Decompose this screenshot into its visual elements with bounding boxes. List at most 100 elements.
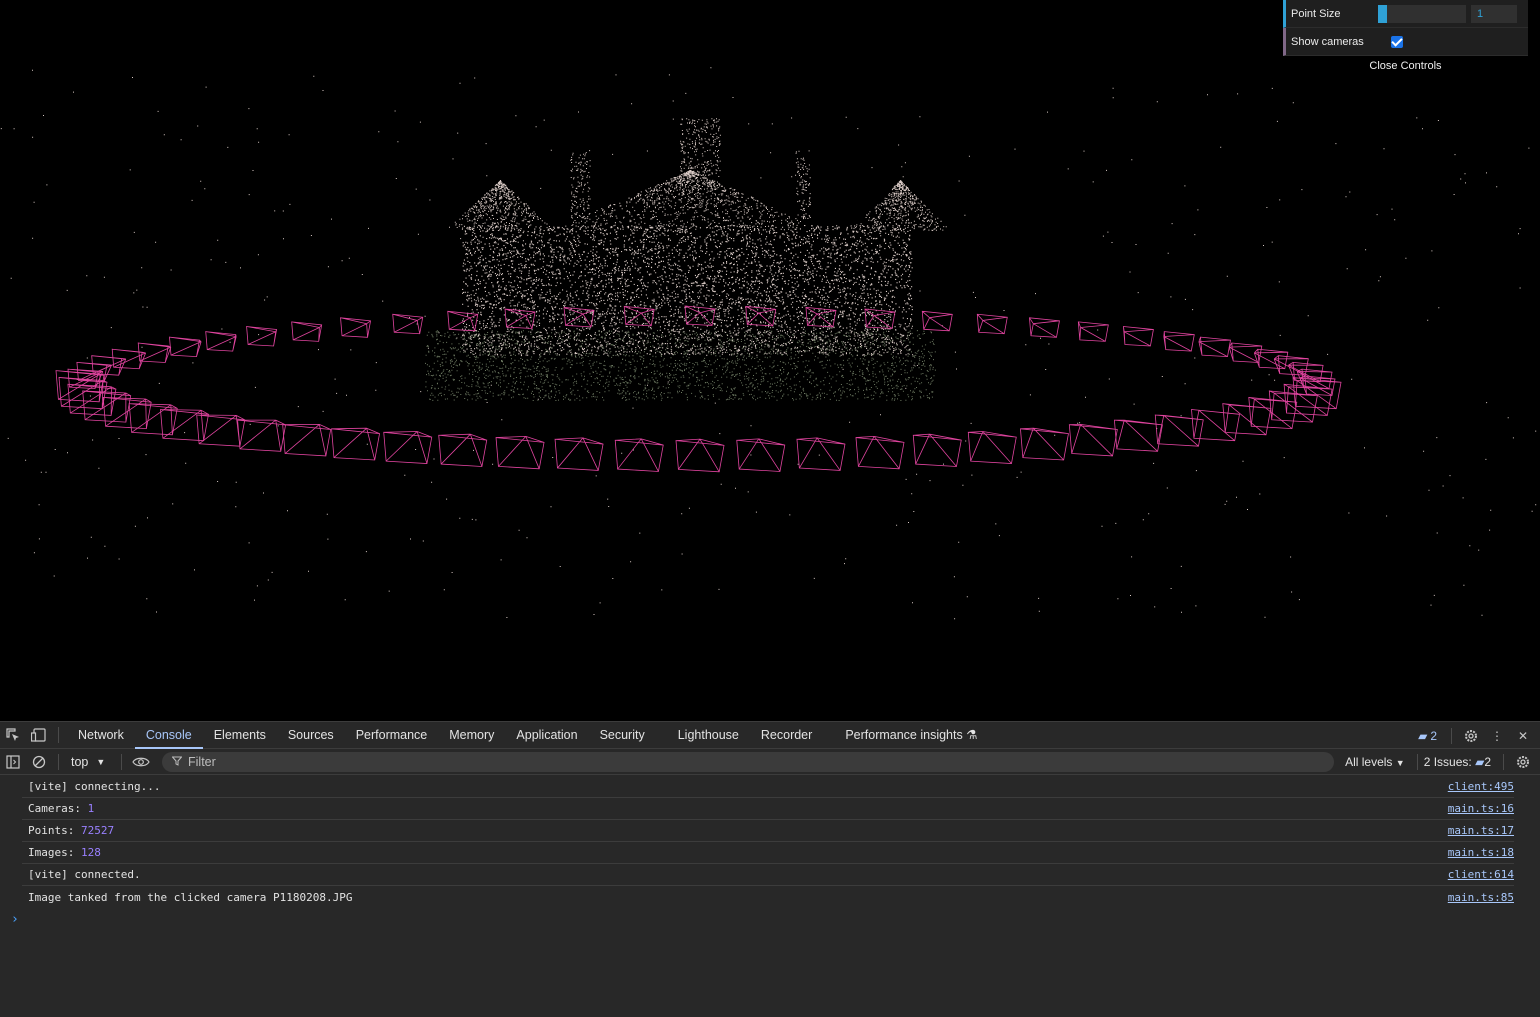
tabbar-actions: ▰ 2 ⋮ ✕	[1418, 722, 1536, 749]
camera-frustum[interactable]	[331, 427, 381, 461]
camera-frustum[interactable]	[196, 414, 246, 447]
camera-frustum[interactable]	[554, 437, 604, 471]
message-body: Cameras:	[28, 802, 88, 815]
inspect-element-icon[interactable]	[0, 722, 26, 748]
tab-performance[interactable]: Performance	[345, 722, 439, 749]
camera-frustum[interactable]	[1283, 383, 1333, 416]
message-value: 1	[87, 802, 95, 815]
close-icon[interactable]: ✕	[1510, 723, 1536, 749]
camera-frustum[interactable]	[495, 435, 545, 470]
console-message: Points: 72527 main.ts:17	[22, 820, 1514, 842]
camera-frustum[interactable]	[291, 321, 323, 342]
camera-frustum[interactable]	[1113, 419, 1163, 452]
camera-frustum[interactable]	[614, 438, 664, 472]
source-link[interactable]: main.ts:17	[1448, 824, 1514, 837]
camera-frustum[interactable]	[282, 423, 332, 457]
context-value: top	[71, 754, 89, 769]
point-size-control: Point Size 1	[1283, 0, 1528, 28]
context-selector[interactable]: top ▼	[71, 755, 115, 769]
console-prompt[interactable]: ›	[11, 912, 1540, 927]
camera-frustum[interactable]	[111, 348, 147, 370]
camera-frustum[interactable]	[796, 437, 846, 471]
camera-frustum[interactable]	[1191, 409, 1240, 442]
source-link[interactable]: client:495	[1448, 780, 1514, 793]
eye-icon[interactable]	[128, 749, 154, 775]
source-link[interactable]: main.ts:16	[1448, 802, 1514, 815]
chevron-down-icon: ▼	[1395, 757, 1405, 768]
camera-frustum[interactable]	[128, 403, 178, 436]
tab-performance-insights-label: Performance insights	[845, 727, 963, 742]
camera-frustum[interactable]	[563, 306, 595, 328]
camera-frustum[interactable]	[912, 433, 962, 467]
message-text: Images: 128	[28, 846, 101, 859]
camera-frustum[interactable]	[1198, 336, 1231, 358]
camera-frustum[interactable]	[1268, 390, 1318, 423]
camera-frustum[interactable]	[237, 419, 287, 452]
camera-frustum[interactable]	[1029, 317, 1060, 338]
point-size-input[interactable]: 1	[1471, 4, 1517, 23]
camera-frustum[interactable]	[1222, 403, 1272, 436]
show-cameras-checkbox[interactable]	[1391, 35, 1403, 48]
camera-frustum[interactable]	[736, 438, 786, 472]
camera-frustum[interactable]	[675, 438, 725, 473]
point-cloud	[0, 60, 1537, 620]
message-text: [vite] connecting...	[28, 780, 160, 793]
camera-frustum[interactable]	[205, 331, 237, 352]
tab-sources[interactable]: Sources	[277, 722, 345, 749]
camera-frustum[interactable]	[383, 431, 433, 464]
tab-lighthouse[interactable]: Lighthouse	[667, 722, 750, 749]
more-options-icon[interactable]: ⋮	[1484, 723, 1510, 749]
camera-frustum[interactable]	[1077, 321, 1109, 342]
point-cloud-scene[interactable]	[0, 0, 1540, 721]
camera-frustum[interactable]	[1154, 414, 1204, 447]
camera-frustum[interactable]	[1122, 326, 1154, 347]
camera-frustums[interactable]	[55, 305, 1342, 473]
source-link[interactable]: client:614	[1448, 868, 1514, 881]
issues-badge[interactable]: ▰ 2	[1418, 729, 1437, 743]
camera-frustum[interactable]	[684, 305, 716, 326]
camera-frustum[interactable]	[967, 431, 1017, 464]
camera-frustum[interactable]	[340, 317, 372, 338]
3d-viewport[interactable]: Point Size 1 Show cameras Close Controls	[0, 0, 1540, 721]
camera-frustum[interactable]	[169, 336, 202, 358]
tab-network[interactable]: Network	[67, 722, 135, 749]
camera-frustum[interactable]	[976, 313, 1008, 335]
message-body: Points:	[28, 824, 81, 837]
camera-frustum[interactable]	[438, 433, 488, 467]
camera-frustum[interactable]	[1068, 423, 1118, 457]
issues-counter[interactable]: 2 Issues: ▰2	[1424, 755, 1491, 769]
source-link[interactable]: main.ts:85	[1448, 891, 1514, 904]
camera-frustum[interactable]	[1020, 427, 1069, 461]
close-controls-button[interactable]: Close Controls	[1283, 56, 1528, 76]
point-size-slider-fill	[1378, 4, 1387, 23]
filter-placeholder: Filter	[188, 755, 216, 769]
tab-application[interactable]: Application	[505, 722, 588, 749]
camera-frustum[interactable]	[855, 435, 905, 470]
clear-console-icon[interactable]	[26, 749, 52, 775]
camera-frustum[interactable]	[160, 409, 209, 442]
tab-performance-insights[interactable]: Performance insights ⚗	[834, 722, 988, 749]
gear-icon[interactable]	[1458, 723, 1484, 749]
camera-frustum[interactable]	[805, 306, 837, 328]
tab-elements[interactable]: Elements	[203, 722, 277, 749]
device-toolbar-icon[interactable]	[26, 722, 52, 748]
message-text: Cameras: 1	[28, 802, 94, 815]
filter-input[interactable]: Filter	[162, 752, 1334, 772]
camera-frustum[interactable]	[1163, 331, 1195, 352]
point-size-slider[interactable]	[1378, 4, 1466, 23]
source-link[interactable]: main.ts:18	[1448, 846, 1514, 859]
sidebar-toggle-icon[interactable]	[0, 749, 26, 775]
camera-frustum[interactable]	[921, 310, 953, 332]
console-message: [vite] connected. client:614	[22, 864, 1514, 886]
camera-frustum[interactable]	[246, 326, 278, 347]
tab-console[interactable]: Console	[134, 722, 203, 749]
message-body: Image tanked from the clicked camera P11…	[28, 890, 353, 904]
tab-memory[interactable]: Memory	[438, 722, 505, 749]
log-levels-dropdown[interactable]: All levels ▼	[1345, 755, 1405, 769]
camera-frustum[interactable]	[82, 390, 132, 423]
camera-frustum[interactable]	[392, 313, 424, 335]
console-messages: [vite] connecting... client:495 Cameras:…	[0, 776, 1540, 1017]
console-settings-icon[interactable]	[1510, 749, 1536, 775]
tab-security[interactable]: Security	[589, 722, 667, 749]
tab-recorder[interactable]: Recorder	[750, 722, 834, 749]
